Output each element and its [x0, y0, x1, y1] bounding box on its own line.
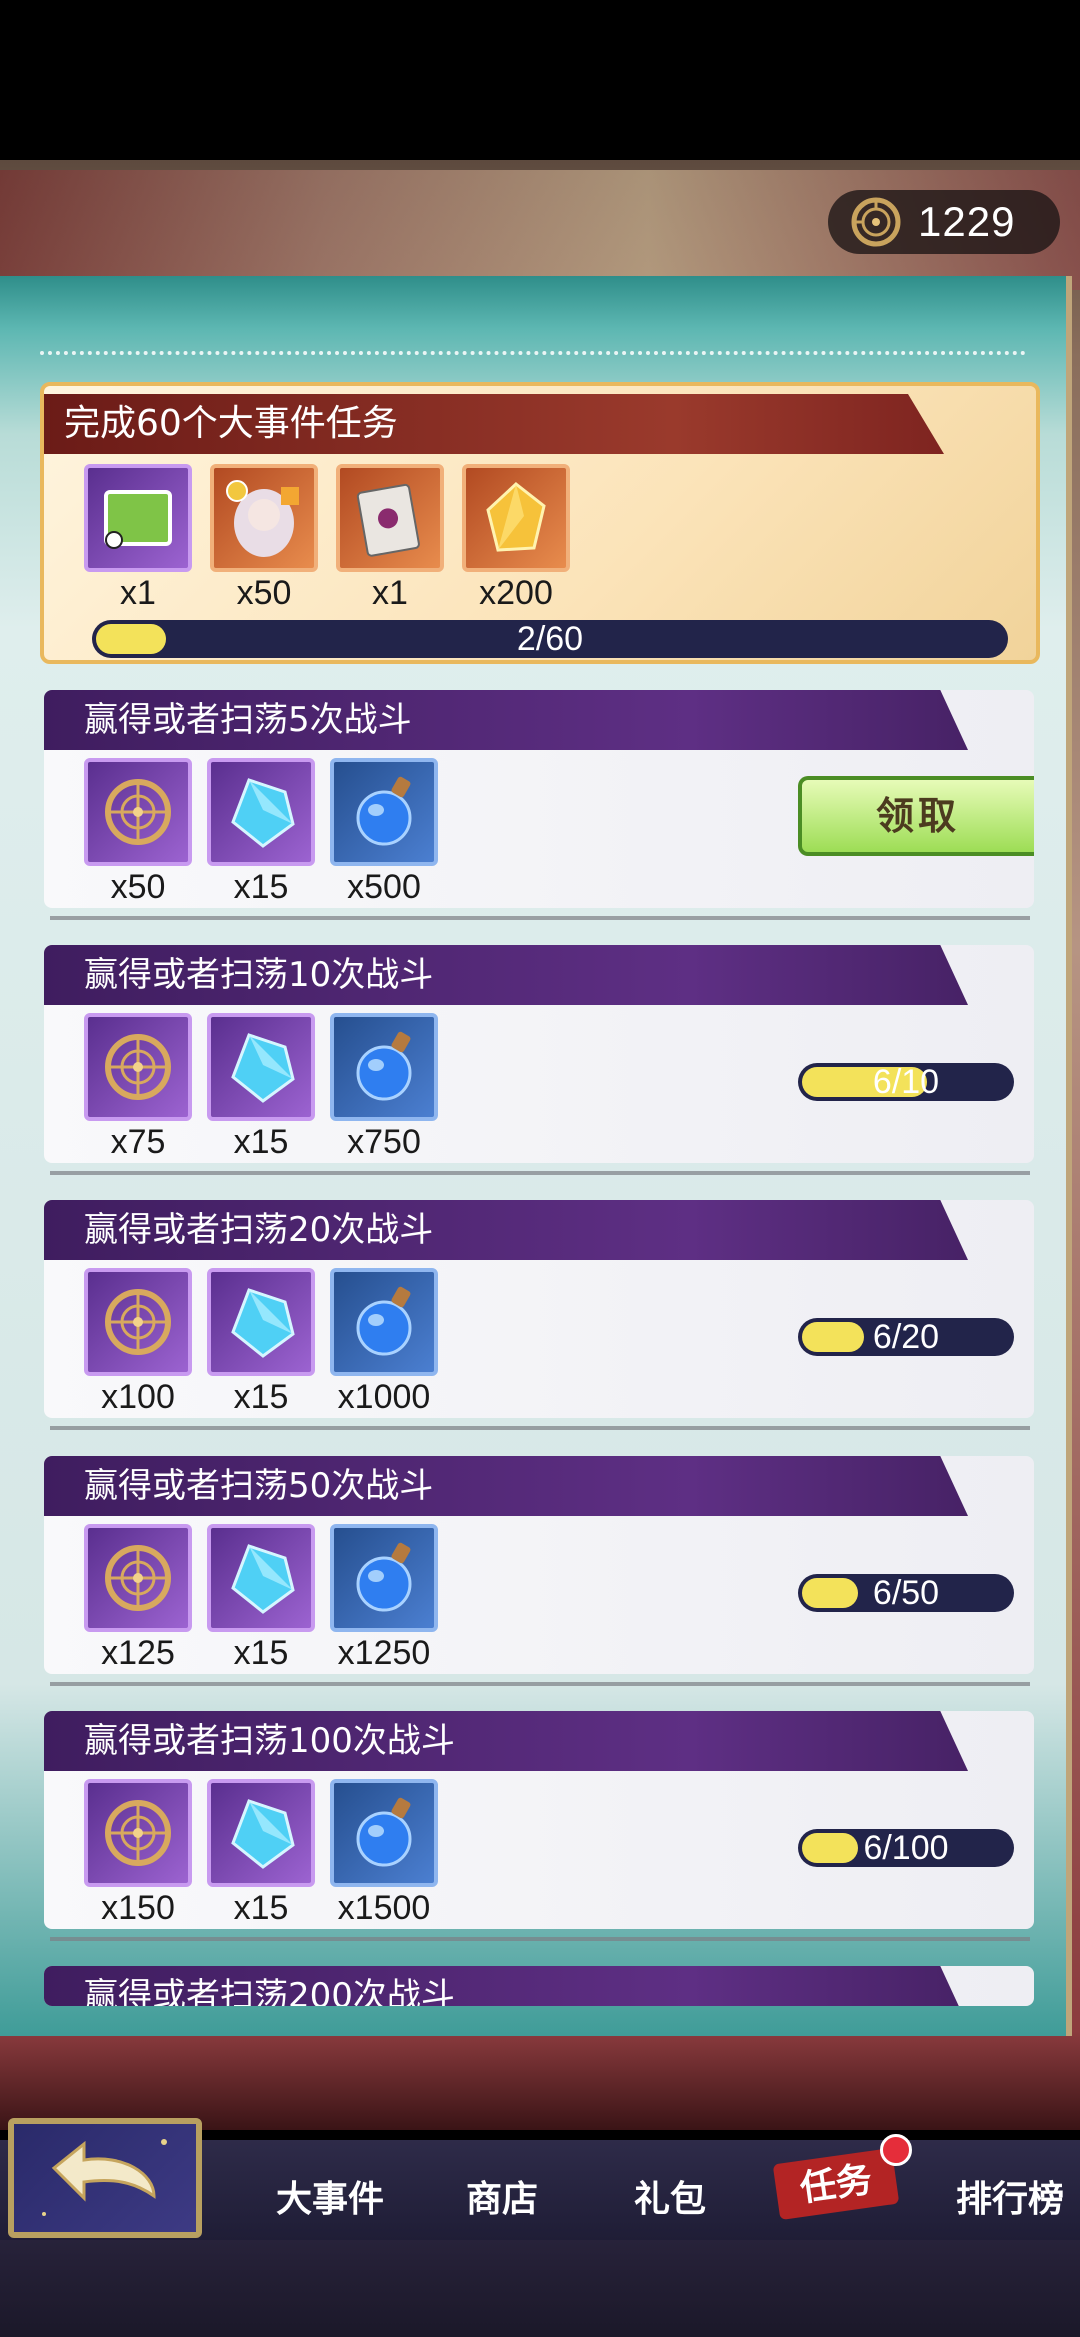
featured-mission-title: 完成60个大事件任务 — [44, 394, 944, 454]
nav-item-events[interactable]: 大事件 — [260, 2140, 400, 2240]
task-card: 赢得或者扫荡5次战斗 x50 x15 x500 领取 — [44, 690, 1034, 908]
reward-qty: x15 — [233, 1123, 289, 1161]
reward-qty: x150 — [101, 1889, 175, 1927]
task-progress-bar: 6/20 — [798, 1318, 1014, 1356]
reward-qty: x500 — [347, 868, 421, 906]
reward-qty: x50 — [236, 574, 292, 612]
notification-dot — [880, 2134, 912, 2166]
reward-item[interactable]: x50 — [210, 464, 318, 613]
reward-item[interactable]: x75 — [84, 1013, 192, 1162]
divider — [50, 1171, 1030, 1175]
nav-item-ranking[interactable]: 排行榜 — [940, 2140, 1080, 2240]
reward-item[interactable]: x125 — [84, 1524, 192, 1673]
compass-wheel-icon — [84, 758, 192, 866]
divider — [50, 1426, 1030, 1430]
currency-amount: 1229 — [918, 198, 1016, 245]
field-card-icon — [84, 464, 192, 572]
reward-item[interactable]: x15 — [207, 1779, 315, 1928]
reward-qty: x15 — [233, 1889, 289, 1927]
reward-qty: x1 — [120, 574, 156, 612]
reward-qty: x15 — [233, 868, 289, 906]
reward-item[interactable]: x1250 — [330, 1524, 438, 1673]
task-card: 赢得或者扫荡20次战斗 x100 x15 x1000 6/20 — [44, 1200, 1034, 1418]
reward-item[interactable]: x1 — [336, 464, 444, 613]
reward-qty: x1 — [372, 574, 408, 612]
task-title: 赢得或者扫荡100次战斗 — [44, 1711, 968, 1771]
reward-item[interactable]: x200 — [462, 464, 570, 613]
reward-qty: x100 — [101, 1378, 175, 1416]
task-title: 赢得或者扫荡20次战斗 — [44, 1200, 968, 1260]
reward-item[interactable]: x100 — [84, 1268, 192, 1417]
reward-qty: x1250 — [337, 1634, 431, 1672]
divider — [50, 916, 1030, 920]
currency-display: 1229 — [828, 190, 1060, 254]
potion-flask-icon — [330, 1268, 438, 1376]
task-title: 赢得或者扫荡200次战斗 — [44, 1966, 968, 2006]
footer-bar — [0, 2240, 1080, 2337]
reward-qty: x75 — [110, 1123, 166, 1161]
blue-crystal-icon — [207, 1779, 315, 1887]
reward-qty: x1500 — [337, 1889, 431, 1927]
reward-item[interactable]: x1 — [84, 464, 192, 613]
reward-item[interactable]: x1000 — [330, 1268, 438, 1417]
compass-wheel-icon — [84, 1779, 192, 1887]
back-arrow-icon — [42, 2139, 167, 2216]
blue-crystal-icon — [207, 758, 315, 866]
compass-wheel-icon — [84, 1013, 192, 1121]
reward-qty: x750 — [347, 1123, 421, 1161]
divider — [40, 351, 1026, 355]
progress-text: 6/20 — [872, 1318, 940, 1356]
compass-wheel-icon — [84, 1524, 192, 1632]
nav-item-packs[interactable]: 礼包 — [600, 2140, 740, 2240]
task-card: 赢得或者扫荡10次战斗 x75 x15 x750 6/10 — [44, 945, 1034, 1163]
task-card: 赢得或者扫荡50次战斗 x125 x15 x1250 6/50 — [44, 1456, 1034, 1674]
featured-progress-bar: 2/60 — [92, 620, 1008, 658]
potion-flask-icon — [330, 1779, 438, 1887]
reward-qty: x200 — [479, 574, 553, 612]
reward-qty: x125 — [101, 1634, 175, 1672]
nav-item-shop[interactable]: 商店 — [432, 2140, 572, 2240]
reward-item[interactable]: x15 — [207, 1268, 315, 1417]
back-button[interactable] — [8, 2118, 202, 2238]
blue-crystal-icon — [207, 1013, 315, 1121]
reward-qty: x15 — [233, 1634, 289, 1672]
gold-crystal-icon — [462, 464, 570, 572]
task-card: 赢得或者扫荡100次战斗 x150 x15 x1500 6/100 — [44, 1711, 1034, 1929]
reward-item[interactable]: x150 — [84, 1779, 192, 1928]
compass-wheel-icon — [84, 1268, 192, 1376]
reward-item[interactable]: x1500 — [330, 1779, 438, 1928]
reward-qty: x15 — [233, 1378, 289, 1416]
potion-flask-icon — [330, 1013, 438, 1121]
reward-qty: x1000 — [337, 1378, 431, 1416]
blue-crystal-icon — [207, 1524, 315, 1632]
potion-flask-icon — [330, 758, 438, 866]
reward-item[interactable]: x750 — [330, 1013, 438, 1162]
reward-qty: x50 — [110, 868, 166, 906]
progress-text: 6/100 — [863, 1829, 949, 1867]
gear-coin-icon — [851, 197, 901, 247]
divider — [50, 1937, 1030, 1941]
reward-item[interactable]: x50 — [84, 758, 192, 907]
blue-crystal-icon — [207, 1268, 315, 1376]
reward-item[interactable]: x15 — [207, 1524, 315, 1673]
divider — [50, 1682, 1030, 1686]
task-title: 赢得或者扫荡50次战斗 — [44, 1456, 968, 1516]
featured-mission: 完成60个大事件任务 x1 x50 x1 x200 2/60 — [40, 382, 1040, 664]
potion-flask-icon — [330, 1524, 438, 1632]
claim-button[interactable]: 领取 — [798, 776, 1034, 856]
progress-text: 6/50 — [872, 1574, 940, 1612]
task-card: 赢得或者扫荡200次战斗 — [44, 1966, 1034, 2006]
task-progress-bar: 6/10 — [798, 1063, 1014, 1101]
task-progress-bar: 6/50 — [798, 1574, 1014, 1612]
card-pack-icon — [336, 464, 444, 572]
progress-text: 2/60 — [516, 620, 584, 658]
reward-item[interactable]: x15 — [207, 758, 315, 907]
character-shard-icon — [210, 464, 318, 572]
progress-text: 6/10 — [872, 1063, 940, 1101]
task-progress-bar: 6/100 — [798, 1829, 1014, 1867]
reward-item[interactable]: x15 — [207, 1013, 315, 1162]
reward-item[interactable]: x500 — [330, 758, 438, 907]
task-title: 赢得或者扫荡5次战斗 — [44, 690, 968, 750]
task-title: 赢得或者扫荡10次战斗 — [44, 945, 968, 1005]
